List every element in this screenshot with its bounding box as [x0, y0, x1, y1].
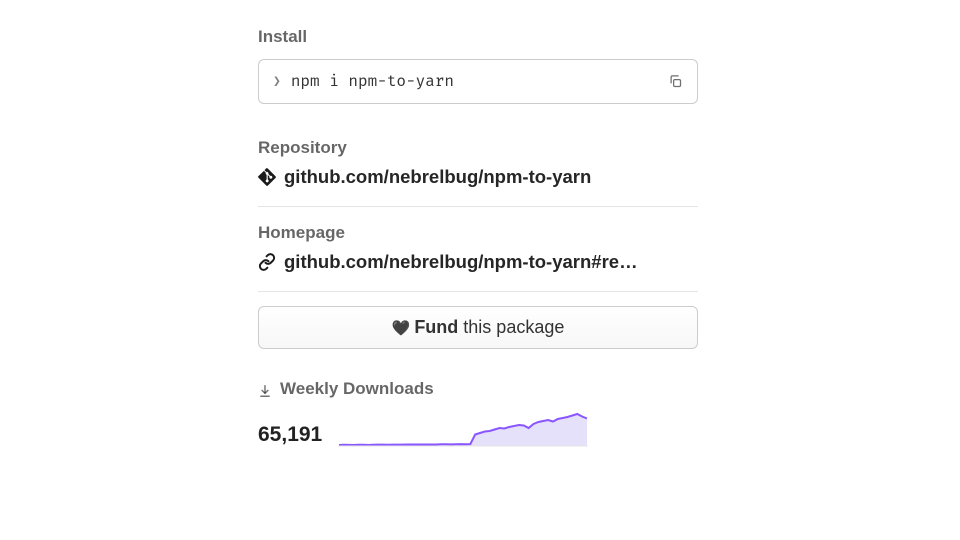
homepage-link-row: github.com/nebrelbug/npm-to-yarn#re…: [258, 251, 698, 273]
homepage-link[interactable]: github.com/nebrelbug/npm-to-yarn#re…: [284, 251, 638, 273]
repository-link[interactable]: github.com/nebrelbug/npm-to-yarn: [284, 166, 591, 188]
heart-icon: 🖤: [392, 319, 411, 337]
install-command-box[interactable]: ❯ npm i npm-to-yarn: [258, 59, 698, 104]
fund-label-rest: this package: [458, 317, 564, 337]
download-icon: [258, 384, 272, 398]
weekly-downloads-title: Weekly Downloads: [280, 379, 434, 399]
weekly-downloads-title-row: Weekly Downloads: [258, 379, 698, 399]
install-title: Install: [258, 27, 698, 47]
divider: [258, 291, 698, 292]
copy-install-button[interactable]: [668, 74, 683, 89]
git-icon: [258, 168, 276, 186]
divider: [258, 206, 698, 207]
repository-link-row: github.com/nebrelbug/npm-to-yarn: [258, 166, 698, 188]
copy-icon: [668, 74, 683, 89]
package-sidebar: Install ❯ npm i npm-to-yarn Repository g…: [258, 27, 698, 447]
prompt-chevron-icon: ❯: [273, 74, 281, 89]
fund-label-strong: Fund: [414, 317, 458, 337]
weekly-downloads-sparkline: [338, 405, 698, 447]
link-icon: [258, 253, 276, 271]
fund-package-button[interactable]: 🖤 Fund this package: [258, 306, 698, 349]
weekly-downloads-count: 65,191: [258, 423, 322, 447]
repository-title: Repository: [258, 138, 698, 158]
homepage-title: Homepage: [258, 223, 698, 243]
install-command-text: npm i npm-to-yarn: [291, 72, 454, 91]
